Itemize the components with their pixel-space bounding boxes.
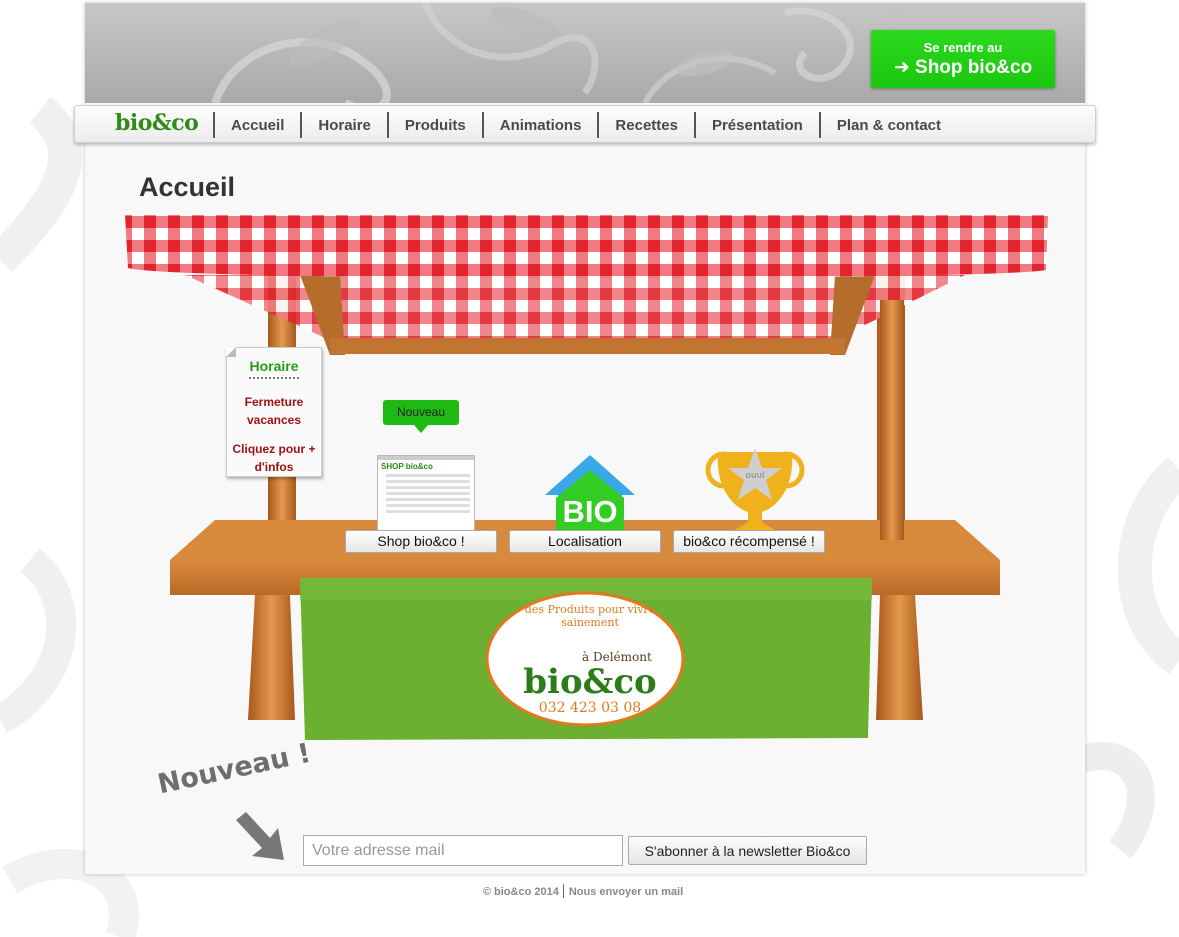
email-input[interactable]	[303, 835, 623, 866]
award-button[interactable]: bio&co récompensé !	[673, 530, 825, 553]
nav-item-horaire[interactable]: Horaire	[300, 112, 387, 138]
page-title: Accueil	[139, 172, 236, 202]
header-banner: Se rendre au ➜ Shop bio&co	[85, 3, 1085, 103]
shop-screenshot-thumbnail[interactable]: SHOP bio&co	[377, 455, 475, 531]
horaire-card[interactable]: Horaire Fermeture vacances Cliquez pour …	[226, 347, 322, 477]
subscribe-button[interactable]: S'abonner à la newsletter Bio&co	[628, 836, 867, 865]
thumbnail-row	[386, 474, 470, 477]
localisation-button[interactable]: Localisation	[509, 530, 661, 553]
page-fold-icon	[226, 347, 236, 357]
footer-separator	[562, 884, 564, 898]
bio-label: BIO	[562, 494, 618, 529]
horaire-card-title: Horaire	[249, 358, 299, 374]
thumbnail-row	[386, 480, 470, 483]
nav-item-plan-contact[interactable]: Plan & contact	[818, 112, 957, 138]
footer: © bio&co 2014 Nous envoyer un mail	[0, 884, 1166, 898]
sign-arc-text: des Produits pour vivre sainement	[524, 603, 656, 629]
arrow-down-right-icon	[236, 812, 284, 860]
shop-bioco-button[interactable]: Shop bio&co !	[345, 530, 497, 553]
horaire-divider	[249, 377, 299, 379]
nav-item-produits[interactable]: Produits	[386, 112, 482, 138]
nav-item-accueil[interactable]: Accueil	[213, 112, 300, 138]
sign-brand: bio&co	[523, 662, 657, 702]
thumbnail-browser-bar	[378, 456, 474, 460]
leg-front-right	[876, 595, 923, 720]
arrow-right-icon: ➜	[893, 57, 910, 78]
nav-menu: Accueil Horaire Produits Animations Rece…	[213, 112, 957, 138]
thumbnail-row	[386, 498, 470, 501]
trophy-label: ouul	[745, 470, 765, 480]
nav-item-animations[interactable]: Animations	[481, 112, 598, 138]
footer-mail-link[interactable]: Nous envoyer un mail	[569, 886, 683, 898]
nav-item-recettes[interactable]: Recettes	[597, 112, 694, 138]
horaire-card-closure: Fermeture vacances	[244, 395, 304, 427]
nav-item-presentation[interactable]: Présentation	[693, 112, 819, 138]
nav-logo[interactable]: bio&co	[115, 110, 199, 136]
thumbnail-row	[386, 486, 470, 489]
shop-banner-label: Shop bio&co	[915, 57, 1033, 78]
thumbnail-row	[386, 504, 470, 507]
main-navbar: bio&co Accueil Horaire Produits Animatio…	[74, 105, 1096, 143]
leg-front-left	[248, 595, 295, 720]
awning	[125, 215, 1048, 278]
horaire-card-more-info: Cliquez pour + d'infos	[232, 442, 316, 474]
sign-phone: 032 423 03 08	[538, 700, 642, 716]
shop-banner-button[interactable]: Se rendre au ➜ Shop bio&co	[871, 30, 1055, 88]
thumbnail-row	[386, 492, 470, 495]
footer-copyright: © bio&co 2014	[482, 886, 559, 898]
new-tooltip: Nouveau	[383, 400, 459, 433]
thumbnail-row	[386, 510, 470, 513]
shop-banner-small-text: Se rendre au	[923, 40, 1003, 55]
shop-banner-big-text: ➜ Shop bio&co	[871, 56, 1055, 79]
thumbnail-brand: SHOP bio&co	[381, 462, 433, 471]
